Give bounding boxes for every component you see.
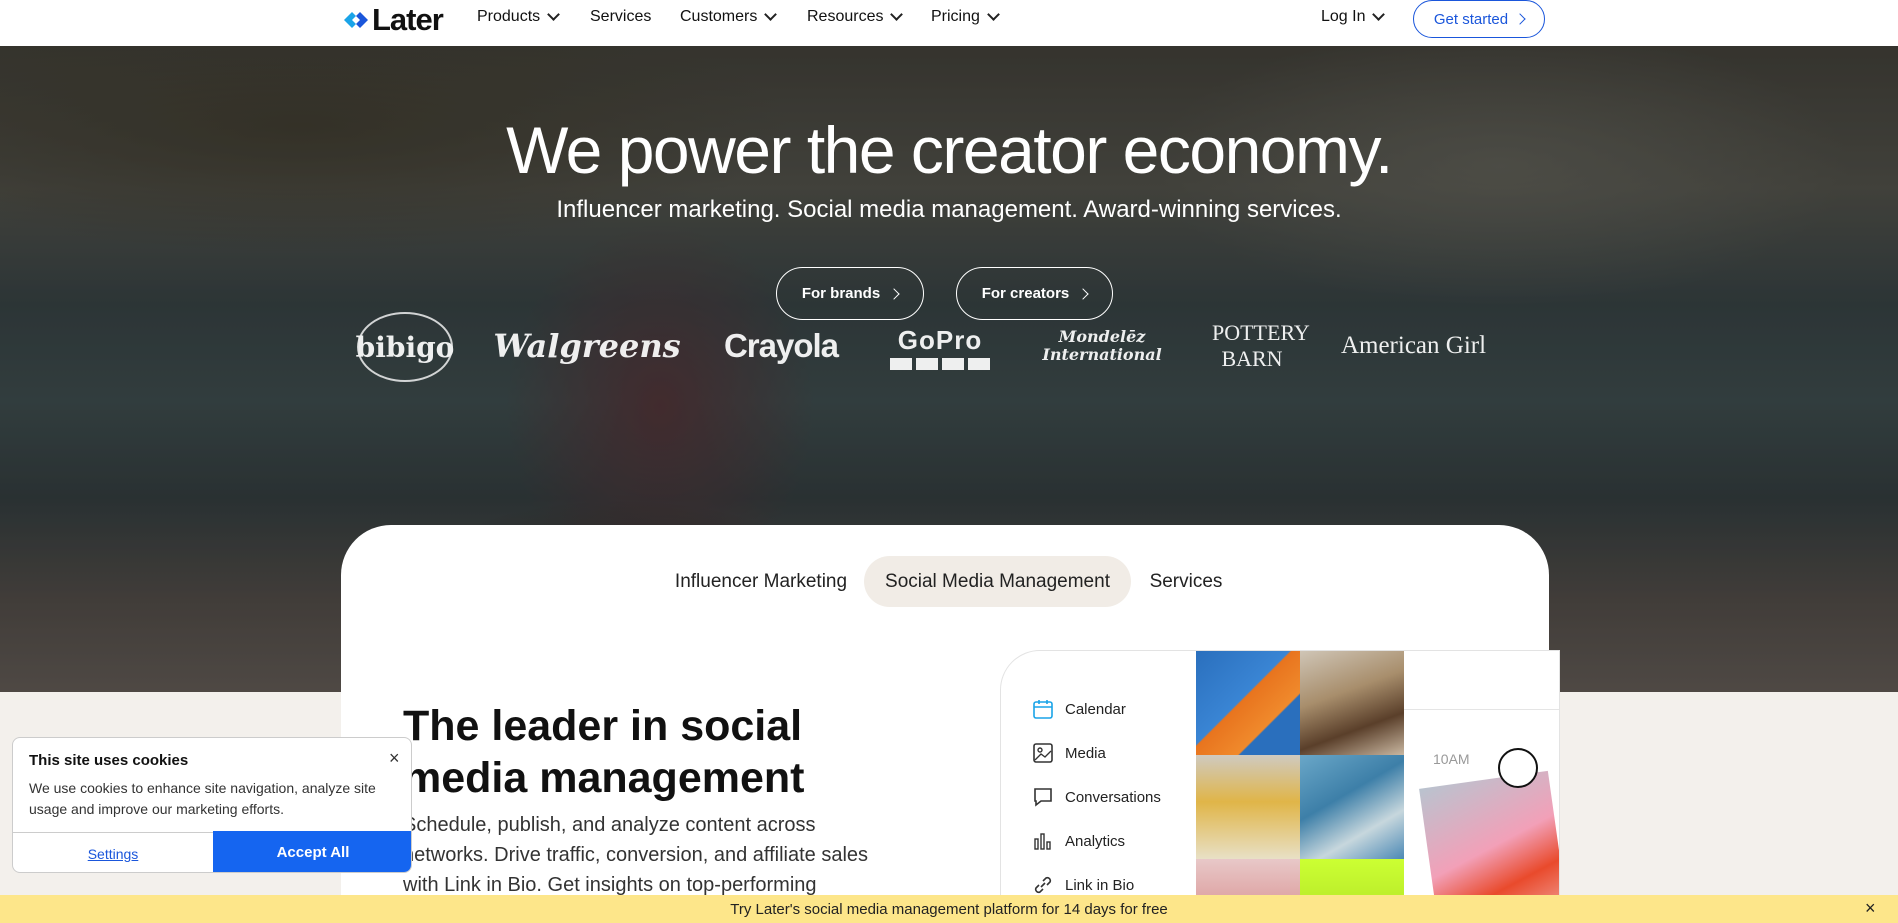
nav-item-services[interactable]: Services [590, 8, 651, 26]
brand-logo-crayola: Crayola [718, 316, 844, 376]
chevron-down-icon [987, 8, 1000, 21]
nav-item-label: Pricing [931, 8, 980, 25]
tab-label: Influencer Marketing [674, 570, 848, 592]
chevron-down-icon [764, 8, 778, 21]
app-menu-label: Conversations [1065, 788, 1161, 806]
bar-chart-icon [1034, 833, 1051, 850]
app-menu-media: Media [1033, 743, 1106, 763]
cookie-accept-button[interactable]: Accept All [213, 831, 411, 872]
chevron-right-icon [1077, 287, 1089, 300]
tab-social-media-management[interactable]: Social Media Management [864, 556, 1131, 607]
media-thumbnail [1196, 755, 1300, 859]
cookie-title: This site uses cookies [29, 752, 189, 769]
brand-logo-text: Mondelēz International [1042, 327, 1162, 364]
login-label: Log In [1321, 8, 1366, 25]
login-menu[interactable]: Log In [1321, 8, 1386, 26]
brand-logo-gopro: GoPro [889, 322, 991, 372]
app-menu-label: Analytics [1065, 832, 1126, 850]
brand-logo-mondelez: Mondelēz International [1036, 316, 1168, 376]
brand-logo-text: GoPro [897, 324, 983, 355]
app-menu-calendar: Calendar [1033, 699, 1126, 719]
nav-item-pricing[interactable]: Pricing [931, 8, 1000, 26]
calendar-time-label: 10AM [1433, 751, 1470, 767]
for-brands-button[interactable]: For brands [776, 267, 924, 320]
calendar-icon [1033, 700, 1053, 719]
top-nav: Later Products Services Customers Resour… [0, 0, 1898, 46]
nav-item-label: Resources [807, 8, 884, 25]
nav-item-label: Customers [680, 8, 758, 25]
feature-description: Schedule, publish, and analyze content a… [403, 814, 869, 896]
brand-logo-bibigo: bibigo [355, 312, 455, 382]
app-menu-label: Calendar [1065, 700, 1126, 718]
brand-logo-text: Walgreens [493, 327, 681, 365]
promo-text[interactable]: Try Later's social media management plat… [730, 901, 1168, 918]
chevron-right-icon [888, 287, 900, 300]
chevron-down-icon [1372, 8, 1386, 21]
link-icon [1034, 876, 1052, 894]
for-brands-label: For brands [801, 285, 881, 302]
hero-title: We power the creator economy. [506, 113, 1393, 187]
for-creators-button[interactable]: For creators [956, 267, 1113, 320]
chevron-down-icon [890, 8, 904, 21]
nav-item-label: Products [477, 8, 541, 25]
app-menu-label: Link in Bio [1065, 876, 1135, 894]
brand-logo-walgreens: Walgreens [493, 316, 680, 376]
product-tabs-card: Influencer Marketing Social Media Manage… [341, 525, 1560, 923]
hero-subtitle: Influencer marketing. Social media manag… [556, 196, 1342, 223]
later-logo-mark-icon [344, 12, 368, 28]
calendar-divider [1404, 709, 1559, 710]
get-started-button[interactable]: Get started [1413, 0, 1545, 38]
tab-label: Services [1149, 570, 1223, 592]
cookie-text: We use cookies to enhance site navigatio… [29, 780, 376, 817]
app-menu-label: Media [1065, 744, 1106, 762]
gopro-bars-graphic [890, 357, 990, 370]
nav-item-resources[interactable]: Resources [807, 8, 904, 26]
cookie-settings-button[interactable]: Settings [13, 832, 213, 872]
close-icon[interactable]: × [1865, 898, 1876, 919]
app-menu-analytics: Analytics [1033, 831, 1125, 851]
logo-text: Later [372, 2, 444, 37]
wave-hand-icon [1498, 748, 1538, 788]
for-creators-label: For creators [981, 285, 1070, 302]
app-menu-conversations: Conversations [1033, 787, 1161, 807]
brand-logo-pottery-barn: Pottery Barn [1212, 308, 1310, 384]
brand-logo-text: Crayola [723, 327, 839, 364]
chevron-down-icon [547, 8, 561, 21]
close-icon[interactable]: × [389, 748, 400, 769]
cookie-banner: This site uses cookies × We use cookies … [12, 737, 412, 873]
feature-title: The leader in social media management [403, 702, 805, 802]
chat-icon [1034, 788, 1052, 807]
tab-services[interactable]: Services [1138, 556, 1234, 607]
tab-label: Social Media Management [885, 570, 1110, 592]
later-logo[interactable]: Later [344, 2, 444, 37]
nav-item-label: Services [590, 8, 652, 25]
brand-logo-text: American Girl [1340, 332, 1487, 359]
media-thumbnail [1300, 651, 1404, 755]
nav-item-products[interactable]: Products [477, 8, 561, 26]
chevron-right-icon [1514, 13, 1526, 25]
media-thumbnail [1300, 755, 1404, 859]
nav-item-customers[interactable]: Customers [680, 8, 778, 26]
app-menu-link-in-bio: Link in Bio [1033, 875, 1134, 895]
promo-bar[interactable]: Try Later's social media management plat… [0, 895, 1898, 923]
image-icon [1033, 743, 1053, 763]
brand-logo-text: Pottery Barn [1212, 320, 1310, 371]
media-thumbnail [1196, 651, 1300, 755]
tab-influencer-marketing[interactable]: Influencer Marketing [656, 556, 866, 607]
get-started-label: Get started [1433, 10, 1509, 28]
brand-logo-american-girl: American Girl [1336, 316, 1491, 376]
app-preview: Calendar Media Conversations Analytics L… [1000, 650, 1560, 923]
brand-logo-text: bibigo [355, 330, 455, 364]
